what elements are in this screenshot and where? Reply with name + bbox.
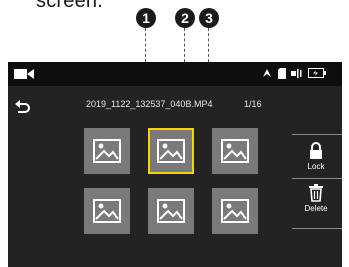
file-name: 2019_1122_132537_040B.MP4 xyxy=(86,99,213,109)
image-placeholder-icon xyxy=(221,199,249,223)
device-screen: 2019_1122_132537_040B.MP4 1/16 Lock Dele… xyxy=(8,62,342,267)
lock-label: Lock xyxy=(307,162,325,171)
callout-3: 3 xyxy=(199,8,219,28)
image-placeholder-icon xyxy=(157,199,185,223)
battery-icon xyxy=(308,68,326,78)
callout-2: 2 xyxy=(175,8,195,28)
thumbnail[interactable] xyxy=(148,188,194,234)
file-counter: 1/16 xyxy=(244,99,262,109)
status-bar xyxy=(8,62,342,86)
image-placeholder-icon xyxy=(93,139,121,163)
trash-icon xyxy=(309,184,323,202)
back-arrow-icon[interactable] xyxy=(14,99,30,115)
thumbnail[interactable] xyxy=(84,188,130,234)
instruction-text: screen. xyxy=(36,0,103,12)
lock-button[interactable]: Lock xyxy=(294,142,338,171)
gps-icon xyxy=(263,69,271,77)
side-divider xyxy=(292,228,342,229)
image-placeholder-icon xyxy=(93,199,121,223)
image-placeholder-icon xyxy=(221,139,249,163)
delete-label: Delete xyxy=(304,204,328,213)
thumbnail-selected[interactable] xyxy=(148,128,194,174)
thumbnail[interactable] xyxy=(84,128,130,174)
thumbnail[interactable] xyxy=(212,128,258,174)
side-divider xyxy=(292,178,342,179)
thumbnail-grid xyxy=(84,128,258,234)
video-camera-icon xyxy=(14,69,34,79)
delete-button[interactable]: Delete xyxy=(294,184,338,213)
side-divider xyxy=(292,134,342,135)
lock-icon xyxy=(310,142,322,159)
sd-card-icon xyxy=(278,67,286,79)
image-placeholder-icon xyxy=(157,139,185,163)
callout-1: 1 xyxy=(136,8,156,28)
microphone-icon xyxy=(291,68,302,78)
thumbnail[interactable] xyxy=(212,188,258,234)
